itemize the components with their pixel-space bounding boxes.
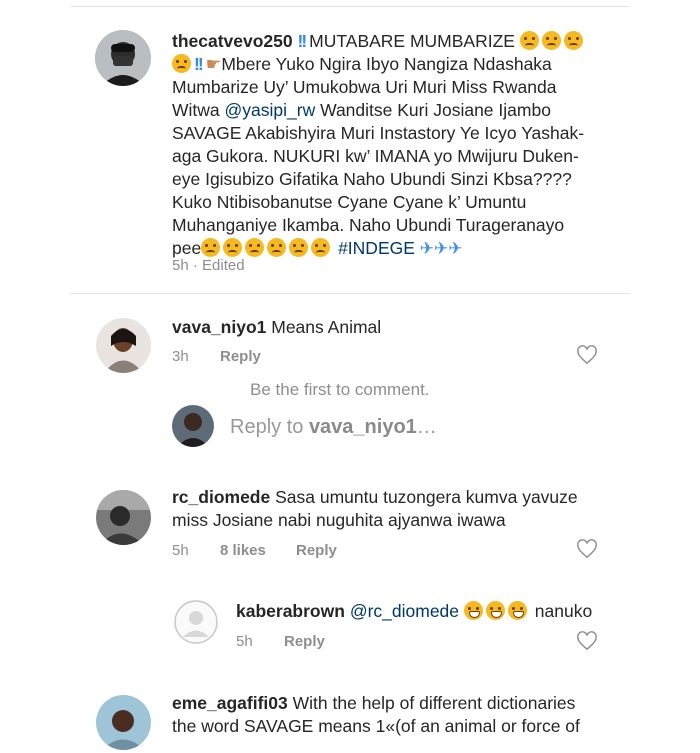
divider xyxy=(70,293,630,294)
comment-text-line: Kuko Ntibisobanutse Cyane Cyane k’ Umunt… xyxy=(172,192,527,212)
comment-body: the word SAVAGE means 1«(of an animal or… xyxy=(172,716,580,736)
comment-time: 5h xyxy=(172,542,189,559)
reply-label: Reply xyxy=(284,633,325,650)
comment-body: Means Animal xyxy=(271,317,382,337)
comment-text: eme_agafifi03 With the help of different… xyxy=(172,692,632,738)
hashtag-link[interactable]: #INDEGE xyxy=(338,238,415,258)
reply-label: Reply xyxy=(220,348,261,365)
airplane-icon: ✈✈✈ xyxy=(419,239,463,258)
comment-username[interactable]: kaberabrown xyxy=(236,601,345,621)
avatar[interactable] xyxy=(96,318,151,373)
avatar[interactable] xyxy=(95,30,151,86)
comment-text-line: Muhanganiye Ikamba. Naho Ubundi Turagera… xyxy=(172,215,565,235)
comment-text-line: MUTABARE MUMBARIZE xyxy=(309,31,515,51)
avatar-photo xyxy=(172,405,214,447)
comment-text-line: Witwa xyxy=(172,100,225,120)
no-replies-text: Be the first to comment. xyxy=(250,380,430,399)
comment-text: kaberabrown @rc_diomede nanuko xyxy=(236,600,592,623)
reply-input-prefix: Reply to xyxy=(230,416,309,438)
double-exclamation-icon: !! xyxy=(194,54,204,74)
comment-username[interactable]: vava_niyo1 xyxy=(172,317,266,337)
reply-button[interactable]: Reply xyxy=(284,633,325,650)
persevering-face-icon xyxy=(172,54,191,73)
comment-time: 3h xyxy=(172,348,189,365)
comment-body: With the help of different dictionaries xyxy=(292,693,576,713)
avatar[interactable] xyxy=(174,600,218,644)
current-user-avatar xyxy=(172,405,214,447)
persevering-face-icon xyxy=(563,31,583,50)
mention-link[interactable]: @rc_diomede xyxy=(350,601,459,621)
comment-text-line: aga Gukora. NUKURI kw’ IMANA yo Mwijuru … xyxy=(172,146,579,166)
comment-username[interactable]: eme_agafifi03 xyxy=(172,693,288,713)
reply-button[interactable]: Reply xyxy=(220,348,261,365)
comment-time: 5h xyxy=(236,633,253,650)
comment-text-line: Mumbarize Uy’ Umukobwa Uri Muri Miss Rwa… xyxy=(172,77,557,97)
avatar-photo xyxy=(96,695,151,750)
persevering-face-icon xyxy=(201,238,221,257)
top-divider xyxy=(70,6,630,7)
reply-input[interactable]: Reply to vava_niyo1… xyxy=(230,416,437,439)
comment-text: rc_diomede Sasa umuntu tuzongera kumva y… xyxy=(172,486,622,532)
comment-edited: · Edited xyxy=(192,257,245,274)
pointing-hand-icon: ☛ xyxy=(205,54,222,74)
mention-link[interactable]: @yasipi_rw xyxy=(225,100,316,120)
persevering-face-icon xyxy=(223,238,243,257)
heart-icon[interactable] xyxy=(576,539,598,559)
comment-body: nanuko xyxy=(534,601,593,621)
comment-text-line: Mbere Yuko Ngira Ibyo Nangiza Ndashaka xyxy=(221,54,552,74)
heart-icon[interactable] xyxy=(576,345,598,365)
comment-text-line: SAVAGE Akabishyira Muri Instastory Ye Ic… xyxy=(172,123,585,143)
avatar[interactable] xyxy=(96,695,151,750)
reply-input-target: vava_niyo1 xyxy=(308,416,417,438)
grinning-face-icon xyxy=(507,601,527,620)
comment-meta: 5h · Edited xyxy=(172,257,245,274)
comment-text-line: pee xyxy=(172,238,202,258)
comment-text: thecatvevo250 !! MUTABARE MUMBARIZE !! ☛Mb… xyxy=(172,30,622,260)
persevering-face-icon xyxy=(267,238,287,257)
likes-label: 8 likes xyxy=(220,542,266,559)
comment-username[interactable]: rc_diomede xyxy=(172,487,270,507)
persevering-face-icon xyxy=(245,238,265,257)
persevering-face-icon xyxy=(311,238,331,257)
persevering-face-icon xyxy=(289,238,309,257)
avatar[interactable] xyxy=(96,490,151,545)
comment-username[interactable]: thecatvevo250 xyxy=(172,31,293,51)
reply-input-suffix: … xyxy=(416,416,437,438)
persevering-face-icon xyxy=(519,31,539,50)
comment-text-line: eye Igisubizo Gifatika Naho Ubundi Sinzi… xyxy=(172,169,572,189)
double-exclamation-icon: !! xyxy=(297,31,308,51)
avatar-photo xyxy=(95,30,151,86)
reply-label: Reply xyxy=(296,542,337,559)
persevering-face-icon xyxy=(541,31,561,50)
reply-button[interactable]: Reply xyxy=(296,542,337,559)
comment-body: Sasa umuntu tuzongera kumva yavuze xyxy=(275,487,578,507)
comment-text: vava_niyo1 Means Animal xyxy=(172,316,381,339)
comment-text-line: Wanditse Kuri Josiane Ijambo xyxy=(315,100,551,120)
default-avatar-icon xyxy=(174,600,218,644)
avatar-photo xyxy=(96,318,151,373)
likes-count[interactable]: 8 likes xyxy=(220,542,266,559)
grinning-face-icon xyxy=(485,601,505,620)
heart-icon[interactable] xyxy=(576,631,598,651)
grinning-face-icon xyxy=(463,601,483,620)
avatar-photo xyxy=(96,490,151,545)
comment-time: 5h xyxy=(172,257,189,274)
comment-body: miss Josiane nabi nuguhita ajyanwa iwawa xyxy=(172,510,506,530)
